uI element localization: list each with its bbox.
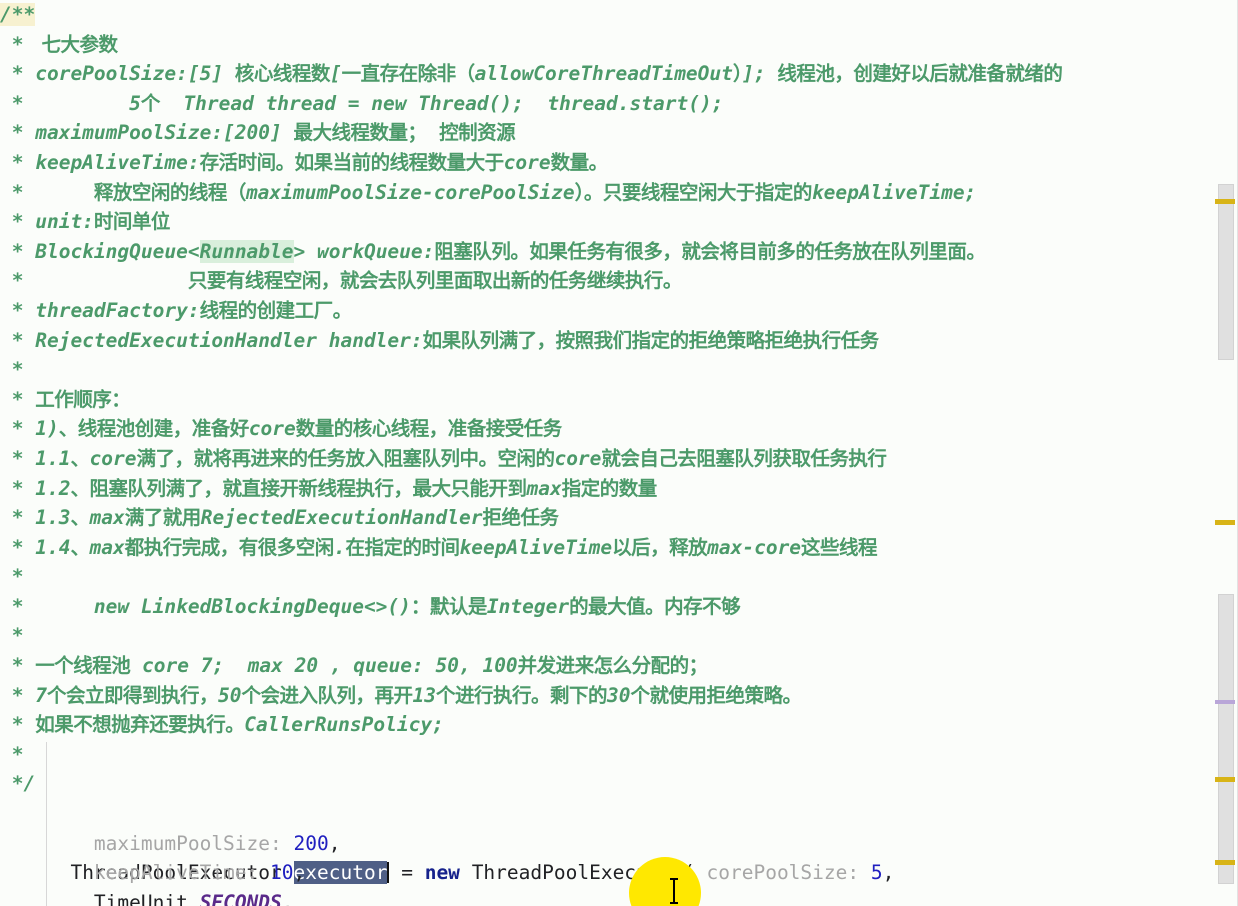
comment-line: * 工作顺序：: [0, 387, 131, 411]
timeunit-tail: ,: [281, 890, 294, 906]
comment-line: * 释放空闲的线程（maximumPoolSize-corePoolSize）。…: [0, 180, 977, 204]
comment-line: * 7个会立即得到执行，50个会进入队列，再开13个进行执行。剩下的30个就使用…: [0, 683, 802, 707]
arg-tail-maximumpoolsize: ,: [328, 831, 341, 855]
gutter-marker-changed[interactable]: [1215, 700, 1235, 704]
comment-line: * corePoolSize:[5] 核心线程数[一直存在除非（allowCor…: [0, 62, 1063, 86]
comment-line: * 1.1、core满了，就将再进来的任务放入阻塞队列中。空闲的core就会自己…: [0, 446, 887, 470]
comment-line: * 1.4、max都执行完成，有很多空闲.在指定的时间keepAliveTime…: [0, 535, 878, 559]
comment-open-token[interactable]: /**: [0, 3, 36, 26]
comment-line: * BlockingQueue<Runnable> workQueue:阻塞队列…: [0, 239, 986, 263]
timeunit-constant: SECONDS: [199, 890, 282, 906]
comment-close-line: */: [0, 769, 1238, 799]
comment-close-token: */: [11, 772, 36, 796]
timeunit-owner: TimeUnit.: [93, 890, 200, 906]
comment-line: *: [0, 624, 24, 648]
param-hint-keepalivetime: keepAliveTime:: [93, 861, 259, 885]
indent-guide: [46, 742, 47, 906]
gutter-marker-warning[interactable]: [1215, 860, 1235, 865]
comment-line: * 如果不想抛弃还要执行。CallerRunsPolicy;: [0, 713, 444, 737]
param-hint-maximumpoolsize: maximumPoolSize:: [93, 831, 282, 855]
comment-open-line: /**: [0, 0, 1238, 30]
comment-line: * 七大参数: [0, 32, 119, 56]
code-declaration-line[interactable]: ThreadPoolExecutor executor = new Thread…: [0, 799, 1238, 885]
comment-line-text: 七大参数: [35, 32, 119, 56]
code-arg-line[interactable]: keepAliveTime: 10,: [0, 858, 1238, 888]
scrollbar-gutter[interactable]: [1212, 0, 1238, 906]
comment-line: * 5个 Thread thread = new Thread(); threa…: [0, 91, 724, 115]
comment-line: *: [0, 565, 24, 589]
comment-line: *: [0, 358, 24, 382]
current-line-highlight: [0, 799, 1238, 829]
comment-line: *: [0, 742, 24, 766]
highlighted-token[interactable]: Runnable: [199, 239, 294, 263]
comment-line: * maximumPoolSize:[200] 最大线程数量； 控制资源: [0, 121, 516, 145]
arg-tail-keepalivetime: ,: [293, 861, 306, 885]
comment-line: * 1.3、max满了就用RejectedExecutionHandler拒绝任…: [0, 506, 559, 530]
editor-text-area[interactable]: /** * 七大参数 * corePoolSize:[5] 核心线程数[一直存在…: [0, 0, 1238, 906]
comment-line: * 1)、线程池创建，准备好core数量的核心线程，准备接受任务: [0, 417, 562, 441]
comment-line: * 一个线程池 core 7; max 20 , queue: 50, 100并…: [0, 654, 708, 678]
comment-line: * keepAliveTime:存活时间。如果当前的线程数量大于core数量。: [0, 150, 608, 174]
gutter-marker-warning[interactable]: [1215, 199, 1235, 204]
comment-line: * new LinkedBlockingDeque<>()：默认是Integer…: [0, 594, 741, 618]
gutter-marker-warning[interactable]: [1215, 520, 1235, 525]
arg-value-keepalivetime: 10: [270, 861, 294, 885]
comment-line: * RejectedExecutionHandler handler:如果队列满…: [0, 328, 879, 352]
code-arg-line[interactable]: maximumPoolSize: 200,: [0, 829, 1238, 859]
comment-line: * 只要有线程空闲，就会去队列里面取出新的任务继续执行。: [0, 269, 683, 293]
comment-line: * 1.2、阻塞队列满了，就直接开新线程执行，最大只能开到max指定的数量: [0, 476, 657, 500]
code-editor-window: /** * 七大参数 * corePoolSize:[5] 核心线程数[一直存在…: [0, 0, 1238, 906]
comment-line: * unit:时间单位: [0, 210, 171, 234]
gutter-marker-warning[interactable]: [1215, 777, 1235, 782]
scrollbar-thumb[interactable]: [1218, 184, 1234, 360]
arg-value-maximumpoolsize: 200: [293, 831, 329, 855]
scrollbar-thumb[interactable]: [1218, 594, 1234, 884]
comment-line: * threadFactory:线程的创建工厂。: [0, 298, 352, 322]
code-arg-line[interactable]: TimeUnit.SECONDS,: [0, 888, 1238, 906]
